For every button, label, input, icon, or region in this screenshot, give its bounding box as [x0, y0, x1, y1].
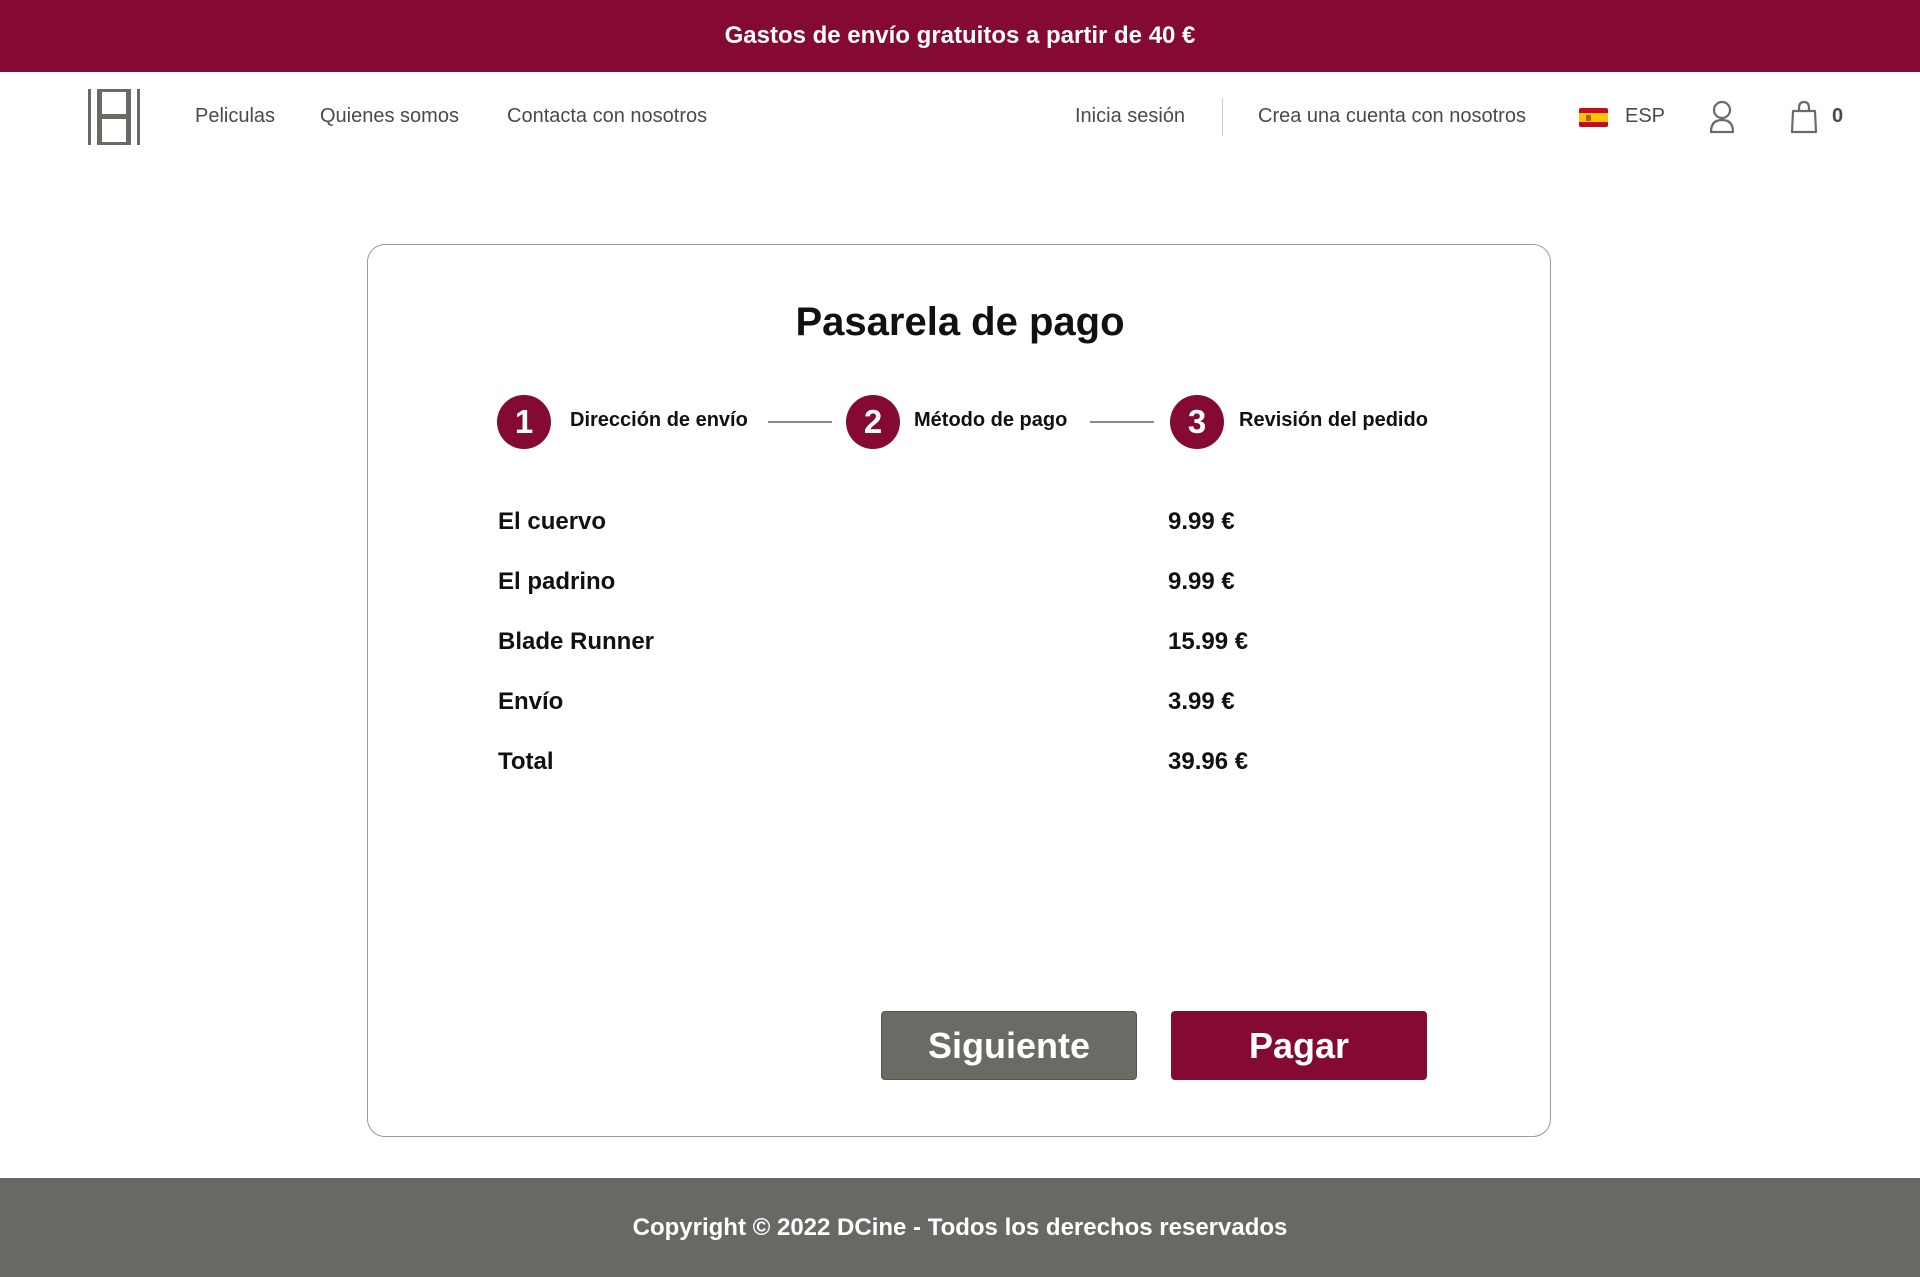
nav-quienes-somos[interactable]: Quienes somos — [320, 105, 459, 128]
promo-banner: Gastos de envío gratuitos a partir de 40… — [0, 0, 1920, 72]
step-connector — [768, 421, 832, 423]
nav-divider — [1222, 98, 1223, 136]
step-connector — [1090, 421, 1154, 423]
step-3-number: 3 — [1170, 395, 1224, 449]
summary-item-label: El cuervo — [498, 508, 607, 535]
page-title: Pasarela de pago — [795, 300, 1125, 344]
promo-text: Gastos de envío gratuitos a partir de 40… — [724, 22, 1196, 49]
summary-item-price: 9.99 € — [1168, 568, 1235, 595]
footer: Copyright © 2022 DCine - Todos los derec… — [0, 1178, 1920, 1277]
summary-item-price: 9.99 € — [1168, 508, 1235, 535]
film-strip-icon[interactable] — [86, 87, 142, 147]
shopping-bag-icon[interactable] — [1790, 100, 1818, 134]
step-2-label: Método de pago — [914, 409, 1068, 431]
copyright-text: Copyright © 2022 DCine - Todos los derec… — [632, 1213, 1288, 1241]
user-icon[interactable] — [1709, 100, 1735, 134]
nav-contacto[interactable]: Contacta con nosotros — [507, 105, 707, 128]
cart-count: 0 — [1832, 105, 1844, 127]
total-price: 39.96 € — [1168, 748, 1249, 775]
shipping-price: 3.99 € — [1168, 688, 1235, 715]
pay-button[interactable]: Pagar — [1171, 1011, 1427, 1080]
summary-item-label: Blade Runner — [498, 628, 655, 655]
summary-item-price: 15.99 € — [1168, 628, 1249, 655]
total-label: Total — [498, 748, 554, 775]
step-3-label: Revisión del pedido — [1239, 409, 1428, 431]
shipping-label: Envío — [498, 688, 564, 715]
next-button[interactable]: Siguiente — [881, 1011, 1137, 1080]
step-2-number: 2 — [846, 395, 900, 449]
login-link[interactable]: Inicia sesión — [1075, 105, 1185, 128]
signup-link[interactable]: Crea una cuenta con nosotros — [1258, 105, 1526, 128]
summary-item-label: El padrino — [498, 568, 616, 595]
spain-flag-icon[interactable] — [1579, 108, 1608, 127]
step-1-number: 1 — [497, 395, 551, 449]
language-code[interactable]: ESP — [1625, 105, 1665, 128]
step-1-label: Dirección de envío — [570, 409, 748, 431]
nav-peliculas[interactable]: Peliculas — [195, 105, 275, 128]
